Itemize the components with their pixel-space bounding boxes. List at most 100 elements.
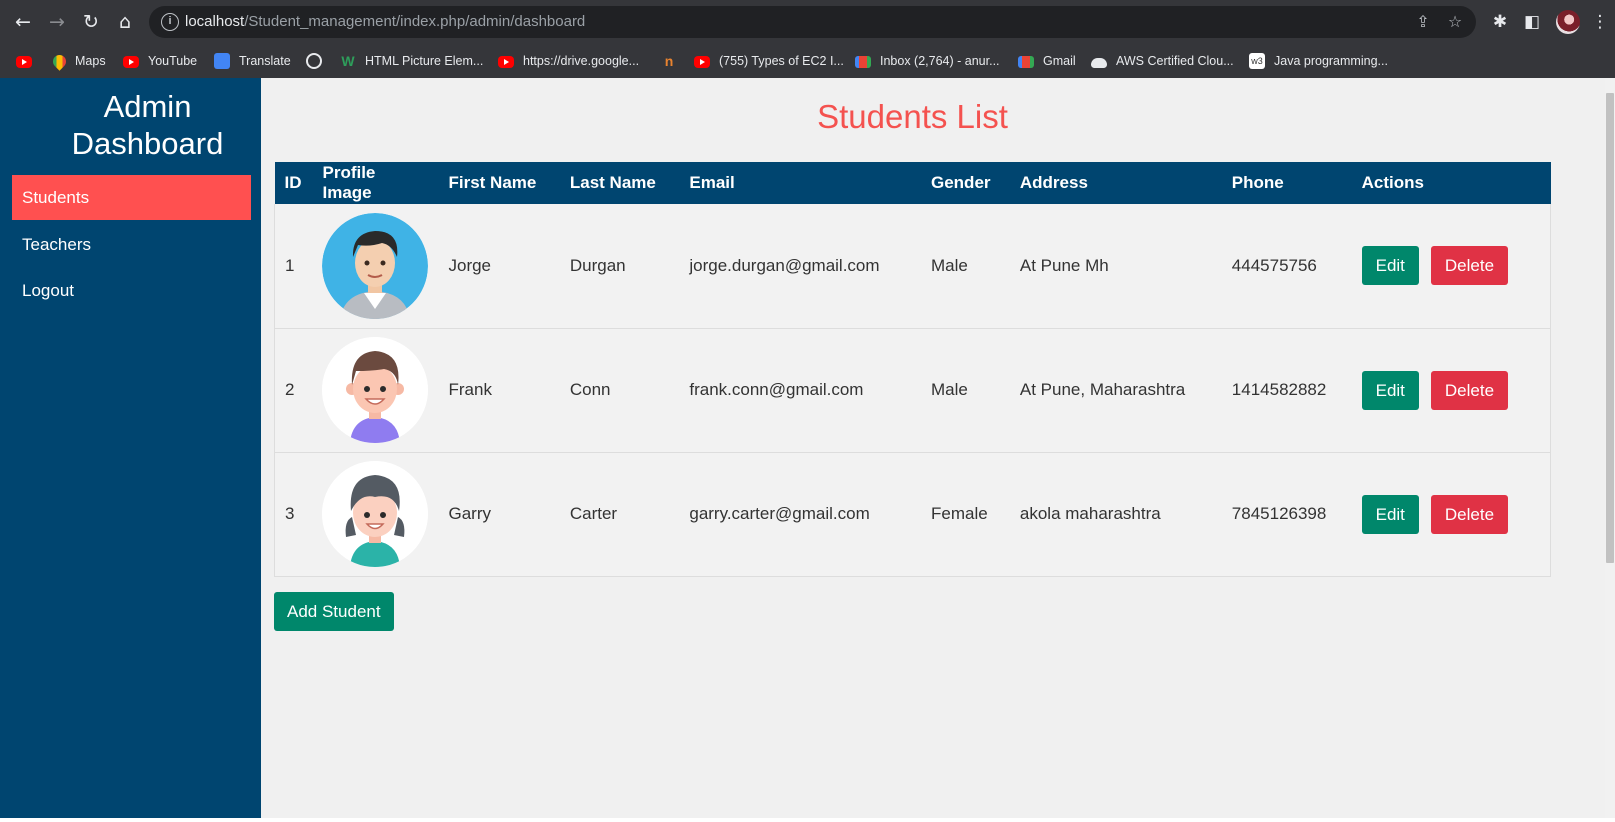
column-header-first-name: First Name <box>438 162 560 204</box>
table-row: 3 Garry Carter garry.carter@gmail.com Fe… <box>274 452 1551 577</box>
extensions-icon[interactable]: ✱ <box>1488 10 1512 34</box>
cell-email: garry.carter@gmail.com <box>679 452 921 577</box>
cell-actions: Edit Delete <box>1351 452 1551 577</box>
edit-button[interactable]: Edit <box>1361 494 1419 534</box>
gmail-icon <box>1018 56 1034 68</box>
cell-phone: 1414582882 <box>1221 328 1352 453</box>
cell-id: 3 <box>274 452 313 577</box>
maps-icon <box>50 51 69 71</box>
home-icon[interactable]: ⌂ <box>113 10 137 34</box>
cell-gender: Male <box>921 328 1010 453</box>
column-header-email: Email <box>679 162 921 204</box>
bookmark-item[interactable]: Translate <box>214 52 291 70</box>
menu-kebab-icon[interactable]: ⋮ <box>1588 10 1612 34</box>
bookmark-item[interactable]: Gmail <box>1018 52 1076 70</box>
bookmarks-bar: Maps YouTube Translate W HTML Picture Ele… <box>0 44 1615 78</box>
page-scrollbar[interactable] <box>1605 78 1615 818</box>
sidebar: Admin Dashboard Students Teachers Logout <box>0 78 261 818</box>
cell-first-name: Frank <box>438 328 560 453</box>
cell-email: jorge.durgan@gmail.com <box>679 204 921 329</box>
bookmark-item[interactable] <box>306 52 331 70</box>
edit-button[interactable]: Edit <box>1361 370 1419 410</box>
reload-icon[interactable]: ↻ <box>79 10 103 34</box>
cell-first-name: Jorge <box>438 204 560 329</box>
w3-icon: w3 <box>1249 53 1265 69</box>
avatar-man-suit <box>322 212 429 319</box>
cell-id: 1 <box>274 204 313 329</box>
youtube-icon <box>16 55 32 68</box>
side-panel-icon[interactable]: ◧ <box>1520 10 1544 34</box>
cell-address: At Pune, Maharashtra <box>1009 328 1222 453</box>
edit-button[interactable]: Edit <box>1361 246 1419 286</box>
profile-avatar-icon[interactable] <box>1556 10 1580 34</box>
site-info-icon[interactable]: i <box>161 13 179 31</box>
w-icon: W <box>341 53 355 69</box>
bookmark-item[interactable]: w3 Java programming... <box>1249 52 1388 70</box>
delete-button[interactable]: Delete <box>1430 246 1509 286</box>
sidebar-item-logout[interactable]: Logout <box>12 268 251 313</box>
column-header-last-name: Last Name <box>559 162 680 204</box>
column-header-profile-image: Profile Image <box>312 162 439 204</box>
table-row: 2 Frank Conn frank.conn@gmail.com Male A… <box>274 328 1551 453</box>
cell-phone: 7845126398 <box>1221 452 1352 577</box>
students-table: ID Profile Image First Name Last Name Em… <box>274 162 1551 577</box>
bookmark-item[interactable]: n <box>661 52 686 70</box>
sidebar-item-students[interactable]: Students <box>12 175 251 220</box>
back-icon[interactable]: ← <box>11 10 35 34</box>
forward-icon[interactable]: → <box>45 10 69 34</box>
bookmark-item[interactable]: Maps <box>50 51 106 71</box>
youtube-icon <box>123 55 139 68</box>
orange-n-icon: n <box>664 53 674 69</box>
cloud-icon <box>1091 57 1107 68</box>
cell-profile-image <box>312 452 439 577</box>
cell-phone: 444575756 <box>1221 204 1352 329</box>
cell-id: 2 <box>274 328 313 453</box>
gmail-icon <box>855 56 871 68</box>
cell-last-name: Conn <box>559 328 680 453</box>
bookmark-item[interactable]: W HTML Picture Elem... <box>340 52 483 70</box>
sidebar-title: Admin Dashboard <box>71 89 224 161</box>
browser-chrome: ← → ↻ ⌂ i localhost/Student_management/i… <box>0 0 1615 78</box>
cell-address: akola maharashtra <box>1009 452 1222 577</box>
url-host: localhost <box>185 13 245 30</box>
address-url[interactable]: localhost/Student_management/index.php/a… <box>185 13 585 30</box>
avatar-girl <box>322 461 429 567</box>
column-header-address: Address <box>1009 162 1222 204</box>
table-row: 1 Jorge Durgan jorge.durgan@gmail.com Ma… <box>274 204 1551 329</box>
bookmark-item[interactable]: (755) Types of EC2 I... <box>694 52 844 70</box>
column-header-phone: Phone <box>1221 162 1352 204</box>
bookmark-item[interactable] <box>16 52 41 70</box>
page: Admin Dashboard Students Teachers Logout… <box>0 78 1615 818</box>
cell-last-name: Durgan <box>559 204 680 329</box>
cell-profile-image <box>312 328 439 453</box>
delete-button[interactable]: Delete <box>1430 494 1509 534</box>
cell-email: frank.conn@gmail.com <box>679 328 921 453</box>
sidebar-item-teachers[interactable]: Teachers <box>12 222 251 267</box>
column-header-id: ID <box>274 162 313 204</box>
youtube-icon <box>498 55 514 68</box>
cell-gender: Female <box>921 452 1010 577</box>
delete-button[interactable]: Delete <box>1430 370 1509 410</box>
bookmark-item[interactable]: https://drive.google... <box>498 52 639 70</box>
share-icon[interactable]: ⇪ <box>1412 11 1434 33</box>
add-student-button[interactable]: Add Student <box>274 592 394 631</box>
translate-icon <box>214 53 230 69</box>
cell-actions: Edit Delete <box>1351 204 1551 329</box>
table-header-row: ID Profile Image First Name Last Name Em… <box>274 162 1551 204</box>
page-title: Students List <box>817 98 1008 135</box>
bookmark-item[interactable]: AWS Certified Clou... <box>1091 52 1234 70</box>
cell-first-name: Garry <box>438 452 560 577</box>
cell-actions: Edit Delete <box>1351 328 1551 453</box>
globe-icon <box>306 53 322 69</box>
scrollbar-thumb[interactable] <box>1606 93 1614 563</box>
browser-toolbar: ← → ↻ ⌂ i localhost/Student_management/i… <box>0 0 1615 44</box>
column-header-gender: Gender <box>921 162 1010 204</box>
cell-profile-image <box>312 204 439 329</box>
cell-last-name: Carter <box>559 452 680 577</box>
column-header-actions: Actions <box>1351 162 1551 204</box>
bookmark-item[interactable]: YouTube <box>123 52 197 70</box>
address-bar[interactable]: i localhost/Student_management/index.php… <box>149 6 1476 38</box>
bookmark-star-icon[interactable]: ☆ <box>1444 11 1466 33</box>
cell-address: At Pune Mh <box>1009 204 1222 329</box>
bookmark-item[interactable]: Inbox (2,764) - anur... <box>855 52 1000 70</box>
